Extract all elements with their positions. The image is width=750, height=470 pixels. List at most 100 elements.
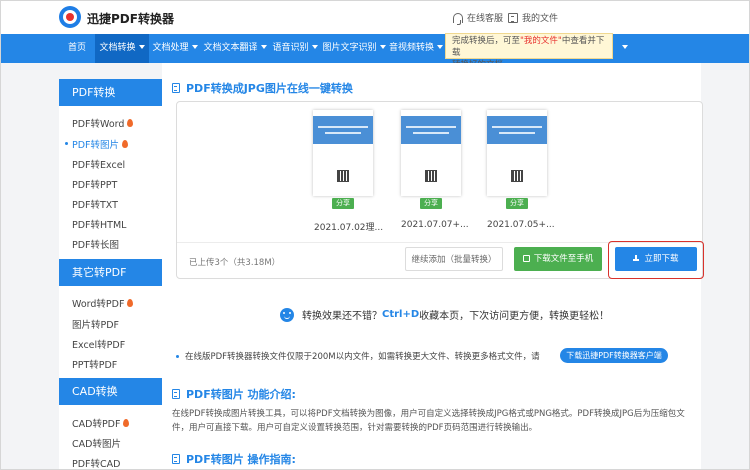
sidebar-item-cad-to-image[interactable]: CAD转图片 <box>72 436 121 450</box>
sidebar-item-label: CAD转图片 <box>72 439 121 450</box>
sidebar-item-label: PDF转HTML <box>72 220 127 231</box>
flame-icon <box>127 299 134 307</box>
file-thumbnail[interactable] <box>401 110 461 196</box>
tooltip-line-1: 完成转换后，可至"我的文件"中查看并下载 <box>452 35 606 59</box>
flame-icon <box>127 119 134 127</box>
nav-item-home[interactable]: 首页 <box>59 34 95 63</box>
promo-text: 转换效果还不错？ <box>302 311 382 322</box>
thumbnail-line <box>406 126 456 128</box>
page-title: PDF转换成JPG图片在线一键转换 <box>172 80 353 96</box>
nav-item-more[interactable] <box>613 34 633 63</box>
my-files-label: 我的文件 <box>522 14 559 24</box>
sidebar-item-cad-to-pdf[interactable]: CAD转PDF <box>72 416 130 430</box>
headset-icon <box>453 12 463 25</box>
tooltip-my-files-link[interactable]: "我的文件" <box>520 36 562 46</box>
download-to-phone-button[interactable]: 下载文件至手机 <box>514 247 602 271</box>
sidebar-group-title-pdf-convert[interactable]: PDF转换 <box>59 79 162 106</box>
promo-shortcut: Ctrl+D <box>382 309 420 320</box>
thumbnail-line <box>318 126 368 128</box>
file-icon <box>172 83 180 93</box>
file-thumbnail[interactable] <box>313 110 373 196</box>
main-content: PDF转换成JPG图片在线一键转换 分享 2021.07.02理... 分享 2… <box>162 63 704 469</box>
thumbnail-line <box>325 132 361 134</box>
tooltip-text: 完成转换后，可至 <box>452 36 521 46</box>
upload-summary: 已上传3个（共3.18M） <box>189 258 281 268</box>
logo-icon[interactable] <box>59 6 81 28</box>
my-files-link[interactable]: 我的文件 <box>508 11 558 24</box>
qr-code-icon <box>337 170 349 182</box>
sidebar-item-pdf-to-txt[interactable]: PDF转TXT <box>72 197 118 211</box>
brand-name[interactable]: 迅捷PDF转换器 <box>87 10 174 27</box>
sidebar-item-label: PPT转PDF <box>72 360 118 371</box>
sidebar-item-label: PDF转长图 <box>72 240 120 251</box>
qr-code-icon <box>425 170 437 182</box>
share-button[interactable]: 分享 <box>332 198 354 209</box>
sidebar-item-ppt-to-pdf[interactable]: PPT转PDF <box>72 357 117 371</box>
nav-label: 文档转换 <box>99 43 136 53</box>
file-name: 2021.07.05+... <box>487 220 555 230</box>
qr-code-icon <box>511 170 523 182</box>
sidebar-item-pdf-to-word[interactable]: PDF转Word <box>72 116 134 130</box>
sidebar-item-label: Excel转PDF <box>72 340 126 351</box>
file-icon <box>172 389 180 399</box>
online-service-link[interactable]: 在线客服 <box>453 11 503 25</box>
sidebar-item-label: PDF转PPT <box>72 180 118 191</box>
sidebar-item-word-to-pdf[interactable]: Word转PDF <box>72 296 134 310</box>
upload-area[interactable]: 分享 2021.07.02理... 分享 2021.07.07+... 分享 2… <box>176 101 704 279</box>
nav-label: 音视频转换 <box>388 43 434 53</box>
feature-intro-title: PDF转图片 功能介绍: <box>172 386 296 402</box>
sidebar-item-label: Word转PDF <box>72 299 125 310</box>
thumbnail-cover <box>487 116 547 144</box>
highlight-box <box>608 241 704 279</box>
nav-label: 首页 <box>67 43 86 53</box>
continue-add-button[interactable]: 继续添加（批量转换） <box>405 247 503 271</box>
document-icon <box>508 12 518 23</box>
smiley-icon <box>280 307 294 322</box>
share-button[interactable]: 分享 <box>506 198 528 209</box>
sidebar-item-image-to-pdf[interactable]: 图片转PDF <box>72 317 119 331</box>
chevron-down-icon <box>621 45 628 49</box>
guide-title: PDF转图片 操作指南: <box>172 451 296 467</box>
file-thumbnail[interactable] <box>487 110 547 196</box>
nav-item-ocr[interactable]: 图片文字识别 <box>321 34 387 63</box>
chevron-down-icon <box>260 45 267 49</box>
nav-item-doc-process[interactable]: 文档处理 <box>149 34 201 63</box>
bookmark-promo: 转换效果还不错？ Ctrl+D 收藏本页，下次访问更方便，转换更轻松！ <box>280 307 609 322</box>
nav-item-speech[interactable]: 语音识别 <box>269 34 321 63</box>
sidebar-group-title-cad[interactable]: CAD转换 <box>59 378 162 405</box>
feature-intro-text: 在线PDF转换成图片转换工具，可以将PDF文档转换为图像，用户可自定义选择转换成… <box>172 409 685 433</box>
my-files-tooltip: 完成转换后，可至"我的文件"中查看并下载 转换好的文档。 <box>445 33 613 70</box>
nav-label: 文档处理 <box>152 43 189 53</box>
sidebar-item-pdf-to-html[interactable]: PDF转HTML <box>72 217 126 231</box>
sidebar-item-label: PDF转CAD <box>72 459 121 470</box>
sidebar-item-label: CAD转PDF <box>72 419 121 430</box>
sidebar-item-pdf-to-long-image[interactable]: PDF转长图 <box>72 237 119 251</box>
thumbnail-line <box>413 132 449 134</box>
thumbnail-cover <box>401 116 461 144</box>
thumbnail-cover <box>313 116 373 144</box>
nav-item-av-convert[interactable]: 音视频转换 <box>387 34 445 63</box>
nav-label: 文档文本翻译 <box>203 43 258 53</box>
share-button[interactable]: 分享 <box>420 198 442 209</box>
chevron-down-icon <box>138 45 145 49</box>
sidebar-item-pdf-to-excel[interactable]: PDF转Excel <box>72 157 125 171</box>
sidebar-item-pdf-to-image[interactable]: PDF转图片 <box>64 137 129 151</box>
download-client-button[interactable]: 下载迅捷PDF转换器客户端 <box>560 348 668 363</box>
sidebar-item-pdf-to-cad[interactable]: PDF转CAD <box>72 456 121 470</box>
nav-item-doc-translate[interactable]: 文档文本翻译 <box>201 34 269 63</box>
feature-intro-title-text: PDF转图片 功能介绍: <box>186 388 296 401</box>
sidebar-item-label: PDF转TXT <box>72 200 118 211</box>
size-limit-notice: 在线版PDF转换器转换文件仅限于200M以内文件，如需转换更大文件、转换更多格式… <box>176 350 540 362</box>
sidebar-item-excel-to-pdf[interactable]: Excel转PDF <box>72 337 125 351</box>
chevron-down-icon <box>191 45 198 49</box>
chevron-down-icon <box>437 45 443 49</box>
sidebar-item-label: PDF转Word <box>72 119 125 130</box>
thumbnail-line <box>492 126 542 128</box>
nav-item-doc-convert[interactable]: 文档转换 <box>95 34 149 63</box>
main-nav: 首页 文档转换 文档处理 文档文本翻译 语音识别 图片文字识别 音视频转换 <box>1 34 749 63</box>
flame-icon <box>122 140 129 148</box>
sidebar-item-label: PDF转Excel <box>72 160 126 171</box>
sidebar-group-title-to-pdf[interactable]: 其它转PDF <box>59 259 162 286</box>
download-to-phone-label: 下载文件至手机 <box>533 254 594 264</box>
sidebar-item-pdf-to-ppt[interactable]: PDF转PPT <box>72 177 117 191</box>
